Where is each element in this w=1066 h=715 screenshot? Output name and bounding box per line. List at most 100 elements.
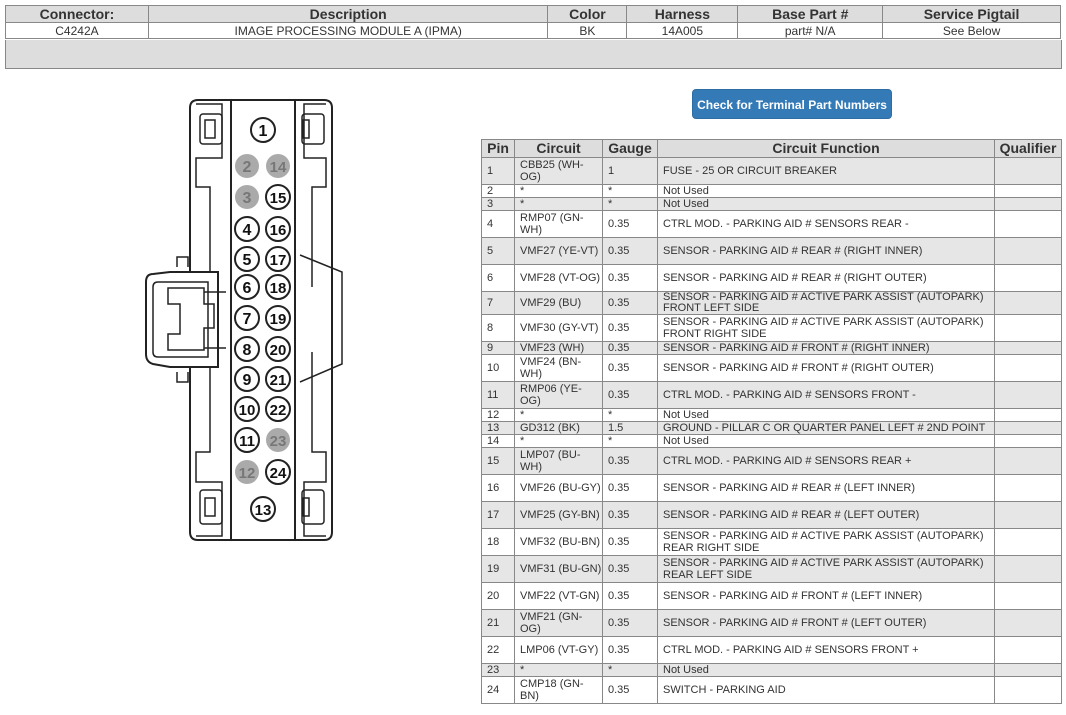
table-row: 17 VMF25 (GY-BN) 0.35 SENSOR - PARKING AID …: [481, 501, 1062, 529]
cell-pin: 16: [481, 474, 515, 502]
cell-gauge: 0.35: [602, 609, 658, 637]
connector-pin: 23: [266, 428, 290, 452]
cell-gauge: *: [602, 184, 658, 198]
connector-pin: 5: [234, 246, 260, 272]
table-row: 9 VMF23 (WH) 0.35 SENSOR - PARKING AID # FR…: [481, 341, 1062, 355]
cell-pin: 20: [481, 582, 515, 610]
header-qualifier: Qualifier: [994, 139, 1062, 158]
connector-pin: 19: [265, 305, 291, 331]
table-row: 2 * * Not Used: [481, 184, 1062, 198]
cell-circuit: *: [514, 408, 603, 422]
pin-label: 13: [255, 502, 272, 519]
cell-qualifier: [994, 197, 1062, 211]
connector-pin: 4: [234, 216, 260, 242]
cell-pin: 14: [481, 434, 515, 448]
cell-pin: 12: [481, 408, 515, 422]
cell-function: GROUND - PILLAR C OR QUARTER PANEL LEFT …: [657, 421, 995, 435]
connector-pin: 3: [235, 185, 259, 209]
cell-pin: 13: [481, 421, 515, 435]
connector-pin: 17: [265, 246, 291, 272]
color-value: BK: [547, 22, 628, 39]
cell-qualifier: [994, 528, 1062, 556]
header-band: [5, 40, 1062, 69]
cell-pin: 5: [481, 237, 515, 265]
cell-gauge: *: [602, 197, 658, 211]
pin-label: 6: [243, 280, 252, 297]
cell-circuit: VMF24 (BN-WH): [514, 354, 603, 382]
connector-pin: 24: [265, 459, 291, 485]
cell-gauge: 0.35: [602, 474, 658, 502]
cell-circuit: RMP06 (YE-OG): [514, 381, 603, 409]
cell-circuit: *: [514, 663, 603, 677]
cell-function: CTRL MOD. - PARKING AID # SENSORS FRONT …: [657, 636, 995, 664]
connector-pin: 11: [234, 427, 260, 453]
table-row: 10 VMF24 (BN-WH) 0.35 SENSOR - PARKING AID …: [481, 354, 1062, 382]
cell-qualifier: [994, 381, 1062, 409]
check-terminal-part-numbers-button[interactable]: Check for Terminal Part Numbers: [692, 89, 892, 119]
cell-gauge: 0.35: [602, 582, 658, 610]
cell-circuit: RMP07 (GN-WH): [514, 210, 603, 238]
cell-qualifier: [994, 210, 1062, 238]
cell-function: SENSOR - PARKING AID # REAR # (LEFT INNE…: [657, 474, 995, 502]
cell-pin: 8: [481, 314, 515, 342]
cell-function: SENSOR - PARKING AID # ACTIVE PARK ASSIS…: [657, 555, 995, 583]
cell-circuit: *: [514, 434, 603, 448]
connector-info-values: C4242A IMAGE PROCESSING MODULE A (IPMA) …: [5, 22, 1061, 39]
connector-info-header: Connector: Description Color Harness Bas…: [5, 5, 1061, 23]
cell-gauge: 0.35: [602, 528, 658, 556]
cell-pin: 3: [481, 197, 515, 211]
cell-gauge: 0.35: [602, 291, 658, 315]
pin-label: 24: [270, 465, 287, 482]
header-gauge: Gauge: [602, 139, 658, 158]
pin-label: 12: [239, 465, 256, 482]
header-circuit: Circuit: [514, 139, 603, 158]
connector-pin: 12: [235, 460, 259, 484]
table-row: 13 GD312 (BK) 1.5 GROUND - PILLAR C OR QUAR…: [481, 421, 1062, 435]
cell-circuit: VMF27 (YE-VT): [514, 237, 603, 265]
header-service-pigtail: Service Pigtail: [882, 5, 1061, 23]
cell-circuit: CMP18 (GN-BN): [514, 676, 603, 704]
connector-pin: 2: [235, 154, 259, 178]
table-row: 21 VMF21 (GN-OG) 0.35 SENSOR - PARKING AID …: [481, 609, 1062, 637]
table-row: 7 VMF29 (BU) 0.35 SENSOR - PARKING AID # AC…: [481, 291, 1062, 315]
cell-qualifier: [994, 314, 1062, 342]
cell-gauge: *: [602, 663, 658, 677]
pin-label: 17: [270, 252, 287, 269]
pin-label: 3: [243, 190, 252, 207]
cell-gauge: 0.35: [602, 447, 658, 475]
cell-qualifier: [994, 264, 1062, 292]
connector-pin: 9: [234, 366, 260, 392]
connector-pin: 22: [265, 396, 291, 422]
connector-pin: 16: [265, 216, 291, 242]
pin-label: 14: [270, 159, 287, 176]
cell-gauge: 0.35: [602, 676, 658, 704]
cell-circuit: VMF28 (VT-OG): [514, 264, 603, 292]
pin-label: 23: [270, 433, 287, 450]
cell-function: SENSOR - PARKING AID # FRONT # (RIGHT IN…: [657, 341, 995, 355]
cell-function: SENSOR - PARKING AID # REAR # (RIGHT OUT…: [657, 264, 995, 292]
cell-function: SWITCH - PARKING AID: [657, 676, 995, 704]
cell-circuit: VMF30 (GY-VT): [514, 314, 603, 342]
cell-gauge: 1.5: [602, 421, 658, 435]
cell-circuit: *: [514, 184, 603, 198]
connector-pin: 21: [265, 366, 291, 392]
connector-pin: 14: [266, 154, 290, 178]
table-row: 23 * * Not Used: [481, 663, 1062, 677]
cell-circuit: VMF31 (BU-GN): [514, 555, 603, 583]
cell-qualifier: [994, 501, 1062, 529]
cell-gauge: 0.35: [602, 555, 658, 583]
cell-gauge: 0.35: [602, 501, 658, 529]
pin-label: 8: [243, 342, 252, 359]
cell-gauge: 0.35: [602, 381, 658, 409]
header-pin: Pin: [481, 139, 515, 158]
cell-circuit: *: [514, 197, 603, 211]
pin-label: 2: [243, 159, 252, 176]
cell-qualifier: [994, 434, 1062, 448]
pin-table: Pin Circuit Gauge Circuit Function Quali…: [481, 139, 1062, 704]
cell-gauge: 0.35: [602, 636, 658, 664]
cell-pin: 15: [481, 447, 515, 475]
table-row: 15 LMP07 (BU-WH) 0.35 CTRL MOD. - PARKING A…: [481, 447, 1062, 475]
cell-pin: 7: [481, 291, 515, 315]
table-row: 12 * * Not Used: [481, 408, 1062, 422]
connector-pin: 15: [265, 184, 291, 210]
